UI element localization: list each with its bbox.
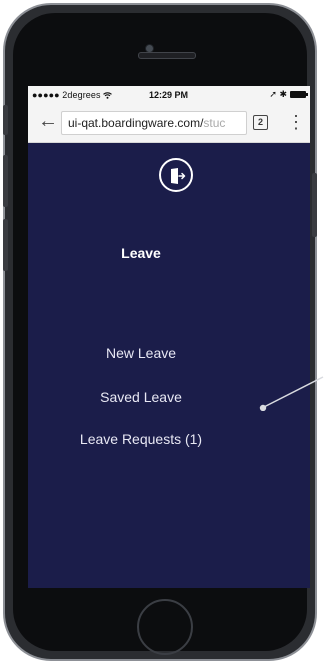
menu-item-new-leave[interactable]: New Leave [0, 345, 282, 361]
browser-toolbar: ← ui-qat.boardingware.com/stuc 2 ⋮ [28, 105, 310, 143]
url-text-faded: stuc [203, 116, 226, 130]
tab-switcher-button[interactable]: 2 [253, 115, 268, 130]
annotation-pointer [259, 376, 324, 411]
carrier-label: ●●●●● 2degrees [32, 90, 113, 100]
mute-switch [3, 105, 8, 135]
page-title: Leave [121, 245, 161, 261]
status-bar: ●●●●● 2degrees 12:29 PM ➚ ✱ [28, 86, 310, 105]
address-bar[interactable]: ui-qat.boardingware.com/stuc [61, 111, 247, 135]
status-icons: ➚ ✱ [269, 89, 308, 100]
exit-door-icon [159, 158, 193, 192]
clock: 12:29 PM [149, 90, 189, 100]
location-bluetooth-icons: ➚ ✱ [269, 89, 287, 99]
back-arrow-icon[interactable]: ← [38, 111, 58, 131]
url-text: ui-qat.boardingware.com/ [68, 116, 204, 130]
earpiece-speaker [138, 52, 196, 59]
home-button [137, 599, 193, 655]
overflow-menu-icon[interactable]: ⋮ [287, 113, 305, 131]
menu-item-saved-leave[interactable]: Saved Leave [0, 389, 282, 405]
power-button [312, 173, 317, 237]
phone-screen: ●●●●● 2degrees 12:29 PM ➚ ✱ ← ui-qat.boa… [28, 86, 310, 588]
wifi-icon [103, 90, 113, 100]
menu-item-leave-requests[interactable]: Leave Requests (1) [0, 431, 282, 447]
battery-icon [290, 91, 308, 98]
volume-up-button [3, 155, 8, 207]
